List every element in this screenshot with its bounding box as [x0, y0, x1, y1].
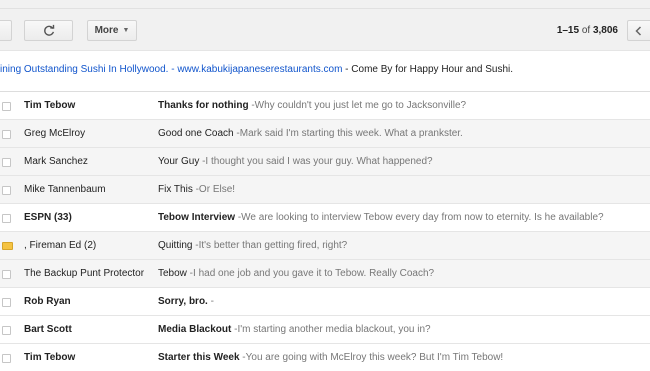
email-subject: Tebow Interview	[158, 212, 236, 223]
email-sender: Tim Tebow	[24, 100, 76, 111]
newer-button[interactable]	[627, 20, 650, 41]
email-subject: Your Guy	[158, 156, 200, 167]
email-sender: Mark Sanchez	[24, 156, 88, 167]
chevron-left-icon	[635, 25, 642, 36]
email-subject: Sorry, bro.	[158, 296, 208, 307]
email-subject: Quitting	[158, 240, 193, 251]
row-checkbox[interactable]	[2, 214, 11, 223]
pager-range: 1–15	[556, 25, 580, 36]
email-snippet: -I had one job and you gave it to Tebow.…	[186, 268, 435, 279]
email-row[interactable]: Greg McElroy Good one Coach -Mark said I'…	[0, 120, 650, 148]
email-content: Tebow -I had one job and you gave it to …	[158, 268, 638, 279]
email-row[interactable]: Tim Tebow Starter this Week -You are goin…	[0, 344, 650, 371]
toolbar-top-divider	[0, 8, 650, 9]
row-checkbox[interactable]	[2, 158, 11, 167]
row-checkbox[interactable]	[2, 130, 11, 139]
email-row[interactable]: ESPN (33) Tebow Interview -We are looking…	[0, 204, 650, 232]
email-sender: Bart Scott	[24, 324, 72, 335]
ad-tail: - Come By for Happy Hour and Sushi.	[342, 64, 514, 75]
email-content: Good one Coach -Mark said I'm starting t…	[158, 128, 638, 139]
email-content: Quitting -It's better than getting fired…	[158, 240, 638, 251]
pager-count: 1–15 of 3,806	[557, 25, 618, 36]
row-checkbox[interactable]	[2, 102, 11, 111]
more-label: More	[94, 25, 119, 36]
row-checkbox[interactable]	[2, 354, 11, 363]
row-checkbox[interactable]	[2, 298, 11, 307]
row-checkbox[interactable]	[2, 270, 11, 279]
email-content: Sorry, bro. -	[158, 296, 638, 307]
email-snippet: -I thought you said I was your guy. What…	[199, 156, 433, 167]
email-snippet: -	[207, 296, 214, 307]
email-content: Media Blackout -I'm starting another med…	[158, 324, 638, 335]
chevron-down-icon: ▼	[122, 27, 130, 34]
email-snippet: -You are going with McElroy this week? B…	[239, 352, 504, 363]
email-row[interactable]: Mark Sanchez Your Guy -I thought you said…	[0, 148, 650, 176]
pager-of: of	[579, 25, 593, 36]
email-row[interactable]: Bart Scott Media Blackout -I'm starting a…	[0, 316, 650, 344]
select-button[interactable]	[0, 20, 12, 41]
email-content: Thanks for nothing -Why couldn't you jus…	[158, 100, 638, 111]
email-sender: Tim Tebow	[24, 352, 76, 363]
row-checkbox[interactable]	[2, 326, 11, 335]
email-sender: The Backup Punt Protector	[24, 268, 145, 279]
email-content: Your Guy -I thought you said I was your …	[158, 156, 638, 167]
more-button[interactable]: More ▼	[87, 20, 137, 41]
email-subject: Good one Coach	[158, 128, 234, 139]
email-row[interactable]: Tim Tebow Thanks for nothing -Why couldn'…	[0, 92, 650, 120]
toolbar: More ▼ 1–15 of 3,806	[0, 0, 650, 51]
email-subject: Starter this Week	[158, 352, 240, 363]
email-snippet: -Or Else!	[192, 184, 236, 195]
email-snippet: -We are looking to interview Tebow every…	[235, 212, 604, 223]
email-subject: Media Blackout	[158, 324, 232, 335]
email-content: Fix This -Or Else!	[158, 184, 638, 195]
email-subject: Thanks for nothing	[158, 100, 249, 111]
email-row[interactable]: Rob Ryan Sorry, bro. -	[0, 288, 650, 316]
folder-icon	[2, 242, 13, 250]
email-sender: , Fireman Ed (2)	[24, 240, 97, 251]
email-snippet: -Why couldn't you just let me go to Jack…	[248, 100, 467, 111]
ad-link[interactable]: ining Outstanding Sushi In Hollywood. - …	[0, 64, 342, 75]
email-row[interactable]: The Backup Punt Protector Tebow -I had on…	[0, 260, 650, 288]
email-snippet: -Mark said I'm starting this week. What …	[233, 128, 463, 139]
row-checkbox[interactable]	[2, 186, 11, 195]
refresh-icon	[43, 24, 54, 36]
email-row[interactable]: Mike Tannenbaum Fix This -Or Else!	[0, 176, 650, 204]
refresh-button[interactable]	[24, 20, 73, 41]
email-sender: Rob Ryan	[24, 296, 71, 307]
pager-total: 3,806	[592, 25, 618, 36]
email-snippet: -I'm starting another media blackout, yo…	[231, 324, 431, 335]
email-row[interactable]: , Fireman Ed (2) Quitting -It's better th…	[0, 232, 650, 260]
email-sender: Greg McElroy	[24, 128, 86, 139]
email-list: Tim Tebow Thanks for nothing -Why couldn'…	[0, 92, 650, 371]
email-sender: ESPN (33)	[24, 212, 72, 223]
email-snippet: -It's better than getting fired, right?	[192, 240, 348, 251]
email-subject: Tebow	[158, 268, 187, 279]
email-sender: Mike Tannenbaum	[24, 184, 106, 195]
email-content: Tebow Interview -We are looking to inter…	[158, 212, 638, 223]
email-content: Starter this Week -You are going with Mc…	[158, 352, 638, 363]
sponsored-ad[interactable]: ining Outstanding Sushi In Hollywood. - …	[0, 64, 513, 80]
email-subject: Fix This	[158, 184, 193, 195]
